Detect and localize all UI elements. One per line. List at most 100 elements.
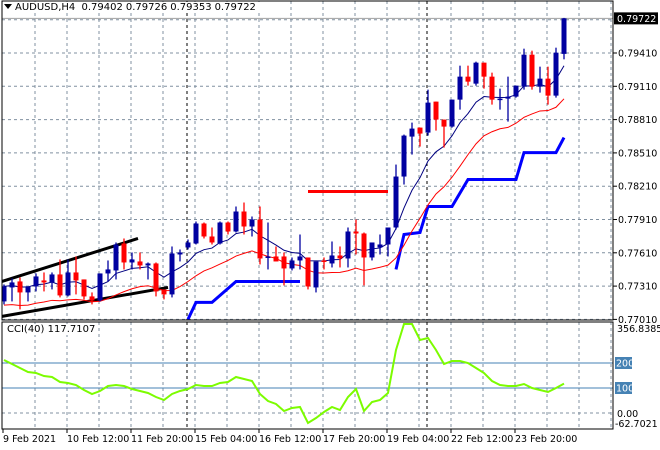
bear-candle (241, 202, 247, 235)
bear-candle (337, 246, 343, 268)
candle-body (169, 253, 175, 295)
candle-body (113, 244, 119, 271)
candle-body (529, 54, 535, 87)
bull-candle (329, 241, 335, 268)
candle-body (265, 256, 271, 258)
bull-candle (393, 164, 399, 230)
chart-header: AUDUSD,H4 0.79402 0.79726 0.79353 0.79722 (4, 2, 261, 13)
trailing-stop-line (186, 279, 300, 321)
bull-candle (129, 252, 135, 270)
candle-body (201, 223, 207, 237)
bear-candle (465, 65, 471, 86)
time-axis-label: 15 Feb 04:00 (195, 434, 257, 445)
dropdown-triangle-icon[interactable] (4, 4, 12, 9)
cci-title: CCI(40) 117.7107 (7, 324, 96, 335)
bear-candle (433, 101, 439, 131)
candle-body (505, 96, 511, 99)
bear-candle (257, 206, 263, 265)
bear-candle (321, 257, 327, 270)
cci-max-label: 356.8385 (617, 324, 660, 335)
candle-body (537, 78, 543, 87)
candle-body (353, 231, 359, 234)
bull-candle (521, 48, 527, 90)
candle-body (137, 261, 143, 266)
time-axis-label: 22 Feb 12:00 (451, 434, 513, 445)
bull-candle (449, 99, 455, 128)
time-axis-label: 11 Feb 20:00 (131, 434, 193, 445)
bear-candle (529, 50, 535, 90)
bull-candle (177, 249, 183, 262)
candle-body (393, 176, 399, 228)
candle-body (225, 222, 231, 232)
cci-min-label: -62.7021 (615, 419, 658, 430)
bear-candle (305, 257, 311, 290)
price-axis-label: 0.78510 (618, 148, 657, 159)
bear-candle (489, 72, 495, 105)
bull-candle (193, 221, 199, 245)
candle-body (185, 242, 191, 248)
bull-candle (105, 260, 111, 282)
price-axis-label: 0.79410 (618, 49, 657, 60)
bear-candle (361, 232, 367, 286)
candle-body (417, 127, 423, 134)
candle-body (273, 256, 279, 262)
candle-body (73, 272, 79, 281)
bull-candle (497, 88, 503, 110)
bull-candle (233, 206, 239, 233)
bull-candle (425, 89, 431, 136)
candle-body (105, 269, 111, 274)
bull-candle (553, 47, 559, 98)
candle-body (257, 219, 263, 259)
bear-candle (17, 277, 23, 310)
candle-body (465, 76, 471, 82)
bull-candle (401, 134, 407, 185)
bear-candle (209, 227, 215, 245)
chart-canvas[interactable]: 0.79410 0.79110 0.78810 0.78510 0.78210 0.779… (0, 0, 660, 450)
bear-candle (201, 222, 207, 239)
candle-body (41, 280, 47, 283)
cci-chart (2, 323, 613, 425)
bull-candle (65, 259, 71, 297)
bull-candle (385, 227, 391, 257)
candle-body (241, 211, 247, 227)
time-axis-label: 23 Feb 20:00 (515, 434, 577, 445)
bear-candle (41, 272, 47, 292)
candle-body (457, 76, 463, 100)
candle-body (121, 243, 127, 263)
candle-body (153, 263, 159, 292)
candle-body (425, 102, 431, 133)
candle-body (481, 62, 487, 77)
bear-candle (545, 66, 551, 105)
current-price-label: 0.79722 (617, 14, 656, 25)
candle-body (449, 99, 455, 127)
grid (2, 1, 613, 429)
bear-candle (273, 246, 279, 262)
candle-body (161, 289, 167, 295)
bull-candle (345, 227, 351, 268)
bull-candle (409, 122, 415, 155)
bull-candle (297, 234, 303, 270)
axes: 0.79410 0.79110 0.78810 0.78510 0.78210 0.779… (2, 12, 660, 445)
candle-body (33, 276, 39, 287)
candle-body (345, 231, 351, 259)
bear-candle (137, 252, 143, 270)
candle-body (321, 260, 327, 262)
price-axis-label: 0.78210 (618, 182, 657, 193)
cci-line (3, 323, 565, 425)
candle-body (17, 281, 23, 293)
candle-body (313, 261, 319, 288)
bull-candle (49, 272, 55, 290)
price-axis-label: 0.79110 (618, 82, 657, 93)
bull-candle (377, 234, 383, 255)
bull-candle (561, 17, 567, 60)
bull-candle (9, 278, 15, 302)
price-axis-label: 0.77610 (618, 248, 657, 259)
bull-candle (217, 221, 223, 245)
candle-body (409, 128, 415, 137)
candle-body (129, 259, 135, 263)
bull-candle (169, 246, 175, 298)
bull-candle (537, 66, 543, 93)
trailing-stop-line (394, 136, 566, 270)
bull-candle (505, 76, 511, 122)
price-axis-label: 0.77910 (618, 215, 657, 226)
